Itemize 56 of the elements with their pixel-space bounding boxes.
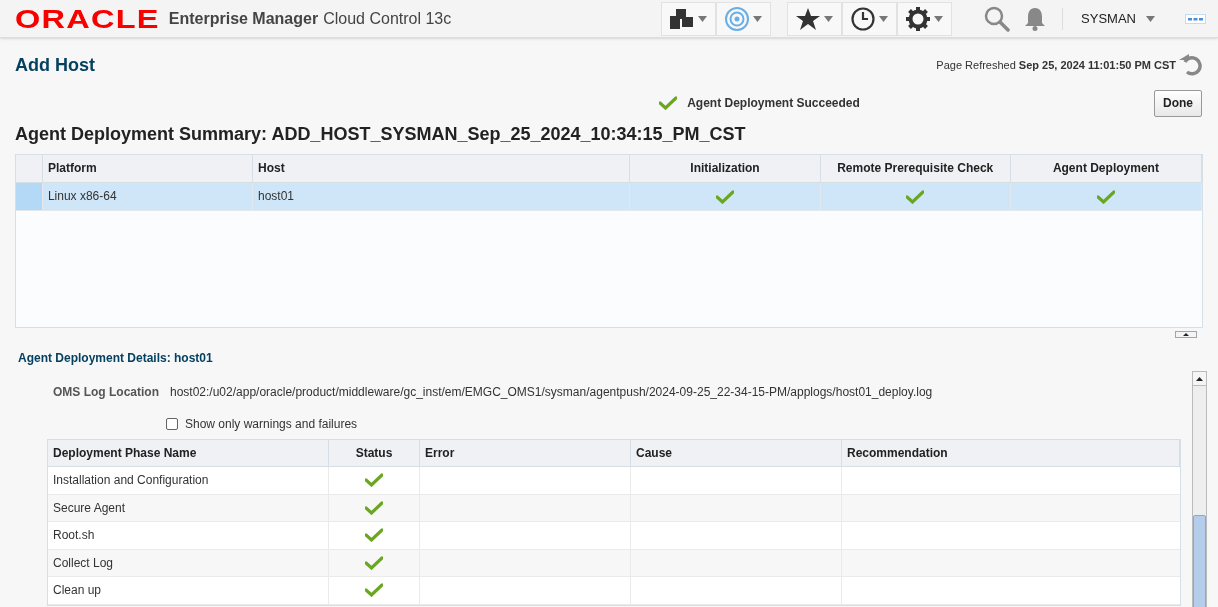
caret-icon bbox=[879, 15, 889, 22]
table-cell: Installation and Configuration bbox=[48, 467, 329, 494]
caret-icon bbox=[753, 15, 763, 22]
column-header: Recommendation bbox=[842, 440, 1180, 466]
table-row[interactable]: Linux x86-64 host01 bbox=[16, 183, 1202, 211]
clock-icon bbox=[851, 6, 876, 31]
favorites-menu[interactable] bbox=[787, 1, 843, 36]
done-button[interactable]: Done bbox=[1154, 89, 1202, 117]
targets-menu[interactable] bbox=[661, 1, 717, 36]
column-header: Remote Prerequisite Check bbox=[820, 155, 1011, 182]
caret-icon bbox=[698, 15, 708, 22]
target-icon bbox=[725, 6, 750, 31]
column-header: Initialization bbox=[630, 155, 821, 182]
search-icon[interactable] bbox=[984, 5, 1011, 32]
details-title: Agent Deployment Details: host01 bbox=[18, 350, 214, 367]
product-edition: Cloud Control 13c bbox=[323, 8, 452, 29]
user-menu[interactable]: SYSMAN bbox=[1081, 8, 1155, 29]
table-cell: Root.sh bbox=[48, 522, 329, 549]
caret-icon bbox=[1146, 15, 1155, 22]
settings-menu[interactable] bbox=[897, 1, 953, 36]
summary-title: Agent Deployment Summary: ADD_HOST_SYSMAN_Sep_25_2024_10:34:15_PM_CST bbox=[14, 123, 747, 146]
table-cell: host01 bbox=[253, 183, 631, 210]
log-location-label: OMS Log Location bbox=[53, 384, 160, 401]
table-cell: Clean up bbox=[48, 577, 329, 604]
filter-checkbox[interactable] bbox=[166, 418, 178, 430]
filter-label: Show only warnings and failures bbox=[185, 416, 358, 433]
star-icon bbox=[796, 7, 821, 30]
refreshed-label: Page Refreshed bbox=[936, 57, 1016, 73]
bell-icon[interactable] bbox=[1024, 6, 1047, 31]
history-menu[interactable] bbox=[842, 1, 898, 36]
more-options-icon[interactable] bbox=[1185, 13, 1206, 24]
settings-icon bbox=[906, 6, 931, 31]
caret-icon bbox=[824, 15, 834, 22]
table-cell: Collect Log bbox=[48, 549, 329, 576]
refreshed-time: Sep 25, 2024 11:01:50 PM CST bbox=[1018, 57, 1176, 73]
column-header: Error bbox=[420, 440, 631, 466]
column-header: Status bbox=[329, 440, 420, 466]
table-cell: Linux x86-64 bbox=[42, 183, 253, 210]
collapse-button[interactable] bbox=[1175, 331, 1197, 338]
column-header: Platform bbox=[42, 155, 253, 182]
stacked-boxes-icon bbox=[670, 7, 695, 30]
caret-icon bbox=[934, 15, 944, 22]
success-message: Agent Deployment Succeeded bbox=[687, 95, 860, 112]
scrollbar[interactable] bbox=[1192, 371, 1207, 607]
page-title: Add Host bbox=[15, 54, 95, 77]
column-header: Cause bbox=[631, 440, 842, 466]
refresh-icon[interactable] bbox=[1179, 54, 1203, 76]
scroll-up-icon[interactable] bbox=[1196, 376, 1203, 381]
column-header: Agent Deployment bbox=[1010, 155, 1202, 182]
oracle-logo: ORACLE bbox=[15, 5, 160, 32]
product-name: Enterprise Manager bbox=[168, 8, 319, 29]
table-cell: Secure Agent bbox=[48, 494, 329, 521]
column-header: Host bbox=[253, 155, 631, 182]
caret-up-icon bbox=[1183, 333, 1189, 336]
column-header: Deployment Phase Name bbox=[48, 440, 329, 466]
log-location-path: host02:/u02/app/oracle/product/middleware/gc_inst/em/EMGC_OMS1/sysman/agentpush/2024-09-25_22-34-15-PM/applogs/host01_deploy.log bbox=[170, 384, 933, 401]
